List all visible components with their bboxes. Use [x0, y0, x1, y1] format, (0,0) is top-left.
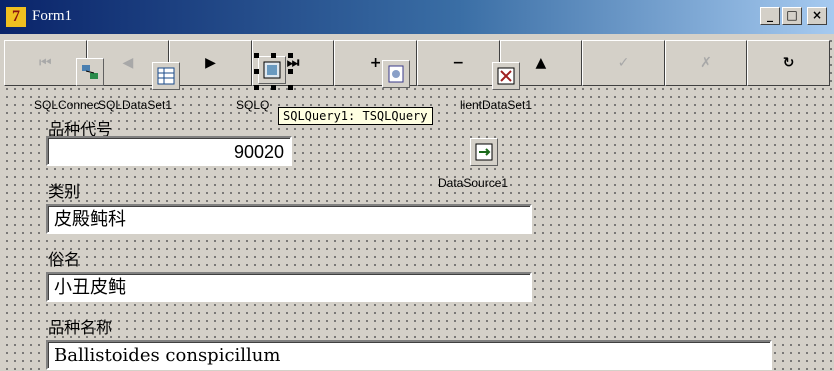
db-navigator: ⏮ ◀ ▶ ⏭ + − ▲ ✓ ✗ ↻: [4, 40, 830, 86]
nav-post-button[interactable]: ✓: [582, 40, 665, 86]
nav-first-button[interactable]: ⏮: [4, 40, 87, 86]
dataset-provider-icon[interactable]: [382, 60, 410, 88]
datasource-icon[interactable]: [470, 138, 498, 166]
delphi-7-icon[interactable]: 7: [6, 7, 26, 27]
sql-connection-label: SQLConnec: [34, 98, 100, 112]
selection-handle[interactable]: [288, 85, 293, 90]
field-label-species-name: 品种名称: [48, 318, 113, 337]
common-name-edit[interactable]: 小丑皮鲀: [46, 272, 532, 302]
nav-next-button[interactable]: ▶: [169, 40, 252, 86]
selection-handle[interactable]: [254, 85, 259, 90]
selection-handle[interactable]: [271, 85, 276, 90]
field-label-category: 类别: [48, 182, 81, 201]
code-edit[interactable]: 90020: [46, 136, 292, 166]
selection-handle[interactable]: [254, 53, 259, 58]
nav-cancel-button[interactable]: ✗: [664, 40, 748, 86]
sql-query-label: SQLQ: [236, 98, 270, 112]
species-name-edit[interactable]: Ballistoides conspicillum: [46, 340, 772, 370]
minimize-button[interactable]: _: [760, 7, 780, 25]
client-dataset-label: lientDataSet1: [460, 98, 533, 112]
title-bar[interactable]: 7 Form1 _ □ ×: [0, 0, 834, 34]
nav-refresh-button[interactable]: ↻: [747, 40, 830, 86]
client-dataset-icon[interactable]: [492, 62, 520, 90]
sql-query-icon[interactable]: [258, 56, 286, 84]
sql-connection-icon[interactable]: [76, 58, 104, 86]
selection-handle[interactable]: [271, 53, 276, 58]
sql-dataset-icon[interactable]: [152, 62, 180, 90]
datasource-label: DataSource1: [438, 176, 509, 190]
category-edit[interactable]: 皮殿鲀科: [46, 204, 532, 234]
maximize-button[interactable]: □: [782, 7, 802, 25]
selection-handle[interactable]: [288, 53, 293, 58]
component-hint-tooltip: SQLQuery1: TSQLQuery: [278, 107, 433, 125]
field-label-common-name: 俗名: [48, 250, 81, 269]
selection-handle[interactable]: [288, 69, 293, 74]
form-client-area: ⏮ ◀ ▶ ⏭ + − ▲ ✓ ✗ ↻ SQLConnec SQLDataSet…: [0, 34, 834, 371]
selection-handle[interactable]: [254, 69, 259, 74]
sql-dataset-label: SQLDataSet1: [98, 98, 173, 112]
close-button[interactable]: ×: [807, 7, 827, 25]
nav-delete-button[interactable]: −: [416, 40, 500, 86]
window-title: Form1: [32, 8, 73, 24]
form-window: 7 Form1 _ □ × ⏮ ◀ ▶ ⏭ + − ▲ ✓ ✗ ↻ SQLCon…: [0, 0, 834, 371]
